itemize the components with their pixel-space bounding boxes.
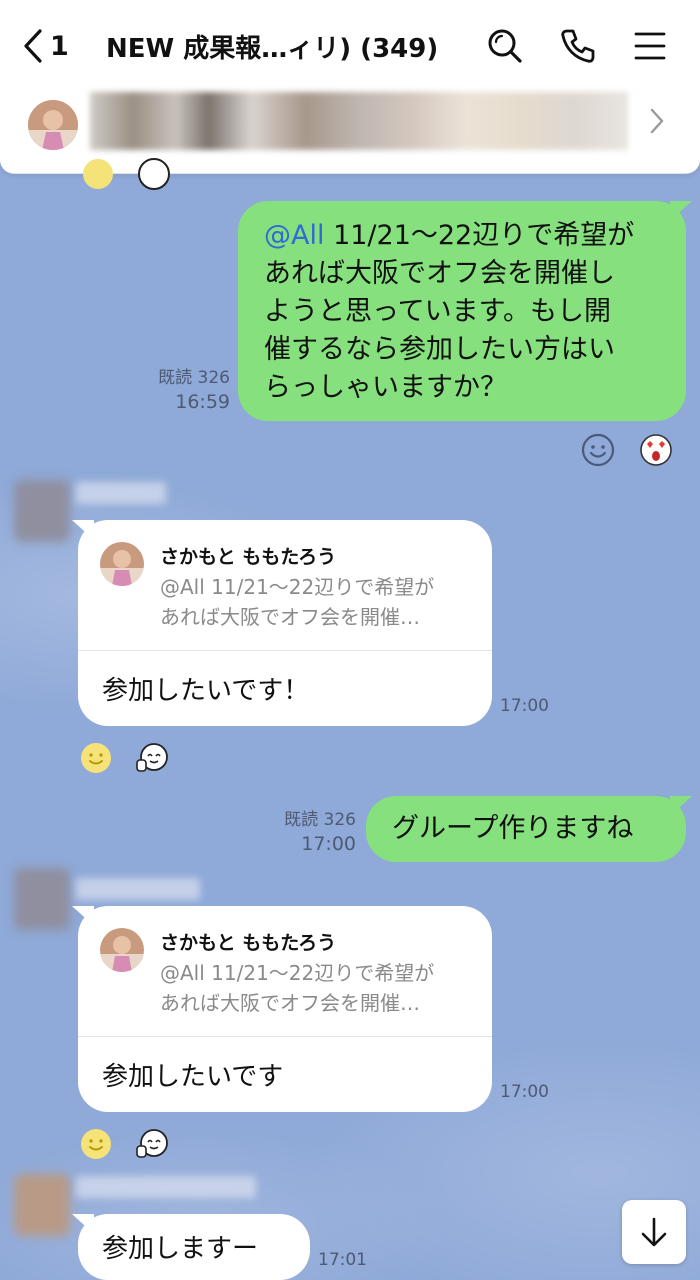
reaction-smile-icon[interactable] (78, 1126, 114, 1162)
message-text-line: あれば大阪でオフ会を開催し (264, 258, 615, 289)
message-meta: 既読 326 17:00 (250, 808, 356, 856)
sender-name-blurred (76, 1176, 256, 1198)
quoted-text-line: あれば大阪でオフ会を開催… (160, 991, 420, 1015)
menu-button[interactable] (630, 26, 670, 66)
search-icon (488, 29, 522, 63)
message-time: 17:00 (301, 833, 356, 855)
chat-title[interactable]: NEW 成果報…ィリ) (349) (106, 28, 456, 65)
message-time: 17:01 (318, 1250, 367, 1270)
outgoing-message-bubble[interactable]: @All 11/21～22辺りで希望が あれば大阪でオフ会を開催し ようと思って… (238, 201, 686, 421)
message-time: 16:59 (175, 391, 230, 413)
message-text: 参加したいです！ (102, 676, 310, 706)
chat-header: 1 NEW 成果報…ィリ) (349) (0, 0, 700, 92)
menu-icon (634, 32, 666, 60)
announcement-avatar (28, 100, 78, 150)
message-text: グループ作りますね (392, 813, 634, 844)
reaction-love-icon[interactable] (638, 432, 674, 468)
arrow-down-icon (641, 1217, 667, 1247)
message-list[interactable]: 既読 326 16:59 @All 11/21～22辺りで希望が あれば大阪でオ… (0, 158, 700, 1280)
quoted-sender-name: さかもと ももたろう (160, 932, 337, 954)
message-text: 参加したいです (102, 1062, 284, 1092)
sender-name-blurred (76, 482, 166, 504)
reaction-sticker-icon[interactable] (136, 156, 172, 192)
unread-count: 1 (50, 30, 69, 62)
quoted-text-line: あれば大阪でオフ会を開催… (160, 605, 420, 629)
message-text-line: 催するなら参加したい方はい (264, 334, 615, 365)
search-button[interactable] (484, 26, 524, 66)
incoming-reply-bubble[interactable]: さかもと ももたろう @All 11/21～22辺りで希望が あれば大阪でオフ会… (78, 906, 492, 1112)
scroll-to-bottom-button[interactable] (622, 1200, 686, 1264)
back-button[interactable]: 1 (22, 26, 69, 66)
sender-avatar[interactable] (14, 868, 70, 930)
incoming-message-bubble[interactable]: 参加しますー (78, 1214, 310, 1280)
message-text-line: ようと思っています。もし開 (264, 296, 611, 327)
incoming-reply-bubble[interactable]: さかもと ももたろう @All 11/21～22辺りで希望が あれば大阪でオフ会… (78, 520, 492, 726)
blurred-announcement-content (90, 92, 628, 150)
divider (78, 1036, 492, 1037)
phone-icon (561, 29, 595, 63)
reaction-thumbsup-icon[interactable] (134, 1126, 170, 1162)
message-text-line: らっしゃいますか？ (264, 372, 507, 403)
smile-outline-icon (581, 433, 615, 467)
message-time: 17:00 (500, 1082, 549, 1102)
sender-avatar[interactable] (14, 1174, 70, 1236)
quoted-sender-name: さかもと ももたろう (160, 546, 337, 568)
quoted-avatar (100, 542, 144, 586)
quoted-text: @All 11/21～22辺りで希望が あれば大阪でオフ会を開催… (160, 958, 470, 1018)
sender-name-blurred (76, 878, 200, 900)
add-reaction-button[interactable] (580, 432, 616, 468)
message-time: 17:00 (500, 696, 549, 716)
quoted-avatar (100, 928, 144, 972)
reaction-thumbsup-icon[interactable] (134, 740, 170, 776)
mention-tag[interactable]: @All (264, 220, 324, 251)
outgoing-message-bubble[interactable]: グループ作りますね (366, 796, 686, 862)
quoted-text-line: @All 11/21～22辺りで希望が (160, 961, 435, 985)
message-text-line: 11/21～22辺りで希望が (324, 220, 635, 251)
divider (78, 650, 492, 651)
message-text: 参加しますー (102, 1234, 259, 1264)
read-receipt: 既読 326 (284, 810, 356, 830)
reaction-smile-icon[interactable] (78, 740, 114, 776)
chevron-left-icon (24, 29, 42, 63)
reaction-smile-icon[interactable] (80, 156, 116, 192)
message-meta: 既読 326 16:59 (120, 366, 230, 414)
sender-avatar[interactable] (14, 480, 70, 542)
quoted-text: @All 11/21～22辺りで希望が あれば大阪でオフ会を開催… (160, 572, 470, 632)
chevron-right-icon (650, 108, 664, 134)
call-button[interactable] (558, 26, 598, 66)
quoted-text-line: @All 11/21～22辺りで希望が (160, 575, 435, 599)
read-receipt: 既読 326 (158, 368, 230, 388)
